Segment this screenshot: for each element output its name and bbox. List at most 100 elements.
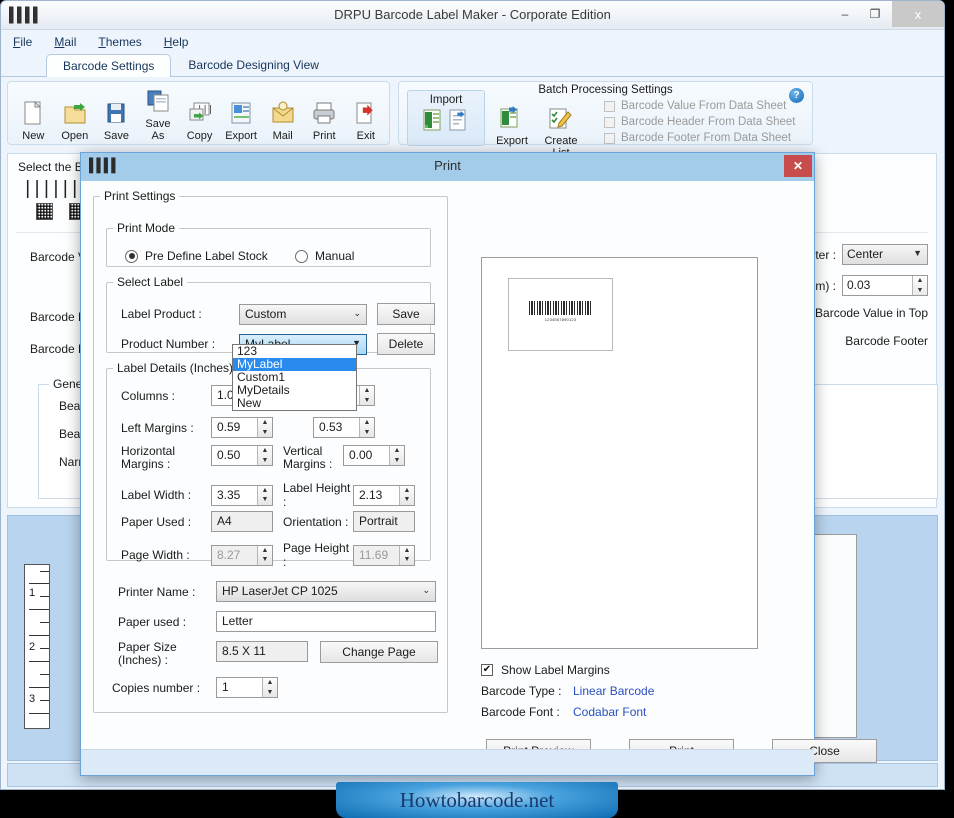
cm-spinner[interactable]: 0.03 ▲ ▼: [842, 275, 928, 296]
barcode-font-row: Barcode Font : Codabar Font: [481, 705, 781, 719]
copies-value: 1: [222, 680, 229, 694]
toolbar-copy-button[interactable]: ||| Copy: [182, 99, 217, 142]
label-height-spinner[interactable]: 2.13 ▲ ▼: [353, 484, 415, 506]
page-width-spinner: 8.27 ▲ ▼: [211, 544, 273, 566]
paper-size-value: 8.5 X 11: [216, 641, 308, 662]
menu-item-mail[interactable]: Mail: [54, 35, 76, 49]
spinner-down-icon: ▼: [916, 286, 924, 294]
toolbar-open-button[interactable]: Open: [58, 99, 93, 142]
spinner-buttons[interactable]: ▲▼: [399, 485, 414, 505]
minimize-button[interactable]: –: [830, 1, 860, 27]
spinner-up-icon: ▲: [403, 546, 411, 554]
tab-barcode-designing-view[interactable]: Barcode Designing View: [171, 53, 336, 76]
checkbox-barcode-footer-from-data-sheet[interactable]: Barcode Footer From Data Sheet: [604, 132, 796, 144]
label-height-label: Label Height :: [283, 481, 351, 509]
dialog-title-bar: ▌▌▌▌ Print ✕: [81, 153, 814, 181]
spinner-down-icon: ▼: [261, 456, 269, 464]
ruler-tick: [29, 713, 49, 714]
spinner-buttons[interactable]: ▲▼: [257, 485, 272, 505]
watermark-banner: Howtobarcode.net: [336, 782, 618, 818]
printer-name-row: Printer Name : HP LaserJet CP 1025 ⌄: [118, 581, 436, 602]
label-product-combo[interactable]: Custom ⌄: [239, 303, 367, 325]
toolbar-new-button[interactable]: New: [16, 99, 51, 142]
dialog-footer: [81, 749, 814, 775]
toolbar-mail-button[interactable]: Mail: [265, 99, 300, 142]
barcode-font-value[interactable]: Codabar Font: [573, 705, 646, 719]
menu-item-help[interactable]: Help: [164, 35, 189, 49]
vertical-margins-value: 0.00: [349, 448, 373, 462]
paper-used-row: Paper Used : A4 Orientation : Portrait: [121, 511, 415, 532]
spinner-down-icon: ▼: [261, 556, 269, 563]
printer-name-combo[interactable]: HP LaserJet CP 1025 ⌄: [216, 581, 436, 602]
toolbar-exit-label: Exit: [356, 130, 375, 142]
ruler-tick: [40, 571, 49, 572]
toolbar-print-button[interactable]: Print: [307, 99, 342, 142]
dialog-close-button[interactable]: ✕: [784, 155, 812, 177]
ruler-tick: [40, 648, 49, 649]
radio-manual[interactable]: Manual: [295, 249, 354, 263]
printer-name-value: HP LaserJet CP 1025: [222, 584, 338, 598]
dropdown-option-4[interactable]: New: [233, 397, 356, 410]
menu-item-file[interactable]: FFileile: [13, 35, 32, 49]
radio-pre-define-label-stock[interactable]: Pre Define Label Stock: [125, 249, 268, 263]
delete-label-button[interactable]: Delete: [377, 333, 435, 355]
toolbar-export-button[interactable]: Export: [224, 99, 259, 142]
spinner-down-icon: ▼: [261, 496, 269, 503]
footer-alignment-combo[interactable]: Center ▼: [842, 244, 928, 265]
horizontal-margins-label: Horizontal Margins :: [121, 444, 176, 471]
maximize-button[interactable]: ❐: [860, 1, 890, 27]
left-margins-spinner[interactable]: 0.59 ▲ ▼: [211, 417, 273, 438]
tab-barcode-settings[interactable]: Barcode Settings: [46, 54, 172, 77]
checkbox-barcode-value-from-data-sheet[interactable]: Barcode Value From Data Sheet: [604, 100, 796, 112]
toolbar-save-as-label: Save As: [145, 118, 171, 142]
change-page-button[interactable]: Change Page: [320, 641, 438, 663]
spinner-buttons[interactable]: ▲▼: [262, 678, 277, 697]
spinner-buttons[interactable]: ▲▼: [257, 418, 272, 437]
show-label-margins-label: Show Label Margins: [501, 663, 610, 677]
barcode-type-value[interactable]: Linear Barcode: [573, 684, 654, 698]
product-number-dropdown-list[interactable]: 123 MyLabel Custom1 MyDetails New: [232, 344, 357, 411]
toolbar-export-label: Export: [225, 130, 257, 142]
tab-strip: Barcode Settings Barcode Designing View: [1, 53, 944, 77]
copies-label: Copies number :: [112, 680, 201, 695]
toolbar-mail-label: Mail: [272, 130, 293, 142]
label-product-row: Label Product : Custom ⌄ Save: [121, 303, 435, 325]
batch-export-button[interactable]: Export: [494, 104, 530, 159]
checkbox-label: Barcode Footer From Data Sheet: [621, 132, 792, 144]
horizontal-margins-spinner[interactable]: 0.50 ▲ ▼: [211, 445, 273, 466]
import-label: Import: [429, 94, 463, 106]
create-list-pencil-icon: [536, 104, 586, 134]
qr-code-icon[interactable]: [36, 203, 54, 220]
checkbox-box: [604, 100, 615, 112]
vertical-margins-spinner[interactable]: 0.00 ▲ ▼: [343, 445, 405, 466]
paper-used-value: A4: [211, 511, 273, 532]
toolbar-save-button[interactable]: Save: [99, 99, 134, 142]
spinner-buttons[interactable]: ▲▼: [359, 418, 374, 437]
orientation-label: Orientation :: [283, 514, 349, 529]
spinner-buttons[interactable]: ▲▼: [389, 446, 404, 465]
spinner-buttons[interactable]: ▲▼: [257, 446, 272, 465]
page-height-label: Page Height :: [283, 541, 350, 569]
menu-item-themes[interactable]: Themes: [98, 35, 141, 49]
spinner-down-icon: ▼: [393, 456, 401, 464]
toolbar-exit-button[interactable]: Exit: [349, 99, 384, 142]
label-height-value: 2.13: [359, 487, 383, 502]
print-preview-pane[interactable]: 1234567890123: [481, 257, 758, 649]
show-label-margins-checkbox[interactable]: ✔ Show Label Margins: [481, 663, 781, 677]
batch-create-list-button[interactable]: Create List: [536, 104, 586, 159]
copies-spinner[interactable]: 1 ▲ ▼: [216, 677, 278, 698]
chevron-down-icon: ⌄: [422, 585, 430, 595]
select-label-group: Select Label Label Product : Custom ⌄ Sa…: [106, 275, 435, 355]
import-box[interactable]: Import: [407, 90, 485, 146]
checkbox-barcode-header-from-data-sheet[interactable]: Barcode Header From Data Sheet: [604, 116, 796, 128]
ruler-tick: [29, 583, 49, 584]
close-button[interactable]: x: [892, 1, 944, 27]
toolbar-save-as-button[interactable]: Save As: [141, 87, 176, 142]
spinner-buttons[interactable]: ▲▼: [359, 386, 374, 405]
top-margins-spinner[interactable]: 0.53 ▲ ▼: [313, 417, 375, 438]
spinner-buttons[interactable]: ▲▼: [912, 276, 927, 295]
batch-export-label: Export: [496, 135, 528, 147]
label-product-label: Label Product :: [121, 307, 202, 321]
label-width-spinner[interactable]: 3.35 ▲ ▼: [211, 484, 273, 506]
save-label-button[interactable]: Save: [377, 303, 435, 325]
